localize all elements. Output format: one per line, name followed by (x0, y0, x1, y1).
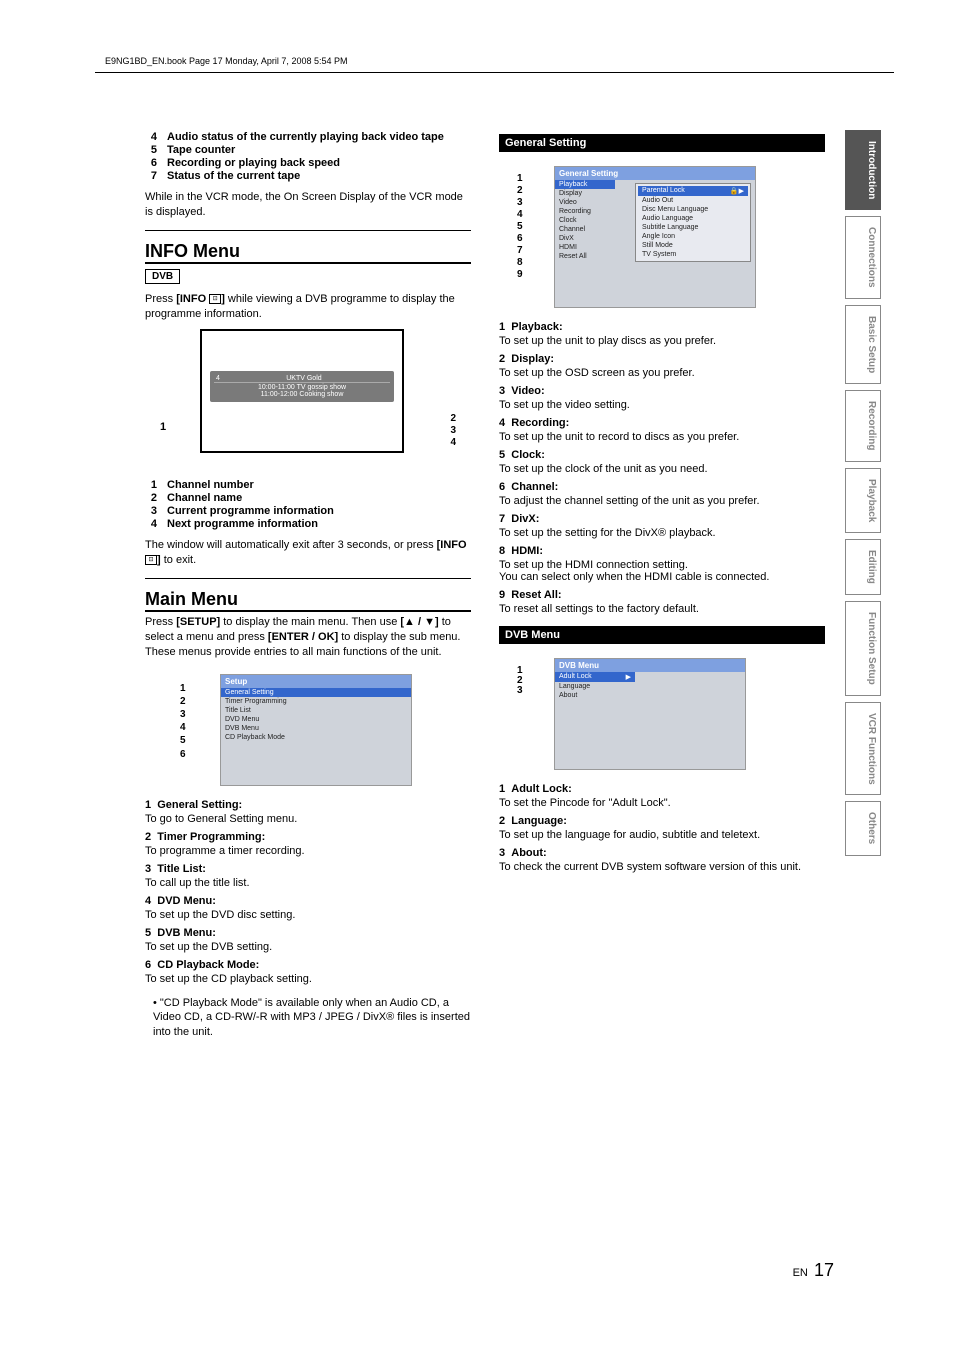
gs-defs: 1 Playback: To set up the unit to play d… (499, 321, 825, 615)
menu-item: General Setting (221, 688, 411, 697)
setup-menu-box: Setup General Setting Timer Programming … (220, 674, 412, 786)
sub-item: TV System (638, 250, 748, 259)
disc-icon: ⊡ (209, 294, 221, 304)
tab-function-setup: Function Setup (845, 601, 881, 696)
divider (145, 230, 471, 231)
dvb-callouts: 1 2 3 (517, 666, 523, 696)
sub-item: Still Mode (638, 241, 748, 250)
gs-menu-box: General Setting Playback Display Video R… (554, 166, 756, 308)
section-tabs: Introduction Connections Basic Setup Rec… (845, 130, 881, 856)
menu-item: Video (555, 198, 615, 207)
gs-callouts: 1 2 3 4 5 6 7 8 9 (517, 174, 523, 280)
dvb-badge: DVB (145, 269, 180, 284)
divider (145, 578, 471, 579)
sub-item: Disc Menu Language (638, 205, 748, 214)
menu-item: Channel (555, 225, 615, 234)
page-number: EN 17 (793, 1260, 834, 1281)
tab-connections: Connections (845, 216, 881, 299)
sub-item: Parental Lock🔒▶ (638, 186, 748, 196)
header-rule (95, 72, 894, 73)
main-menu-heading: Main Menu (145, 589, 471, 612)
tab-recording: Recording (845, 390, 881, 461)
info-figure: 1 4UKTV Gold 10:00-11:00 TV gossip show … (145, 329, 471, 469)
tab-introduction: Introduction (845, 130, 881, 210)
right-column: General Setting 1 2 3 4 5 6 7 8 9 Genera… (499, 130, 825, 1048)
manual-page: E9NG1BD_EN.book Page 17 Monday, April 7,… (0, 0, 954, 1351)
menu-item: About (555, 691, 635, 700)
tab-others: Others (845, 801, 881, 855)
menu-item: Adult Lock▶ (555, 672, 635, 682)
lock-icon: 🔒▶ (730, 187, 744, 195)
sub-item: Subtitle Language (638, 223, 748, 232)
dvb-menu-box: DVB Menu Adult Lock▶ Language About (554, 658, 746, 770)
disc-icon: ⊡ (145, 555, 157, 565)
info-menu-heading: INFO Menu (145, 241, 471, 264)
main-menu-text: Press [SETUP] to display the main menu. … (145, 615, 471, 660)
general-setting-figure: 1 2 3 4 5 6 7 8 9 General Setting Playba… (499, 160, 825, 310)
tab-vcr-functions: VCR Functions (845, 702, 881, 796)
tv-screen: 4UKTV Gold 10:00-11:00 TV gossip show 11… (200, 329, 404, 453)
menu-item: DVD Menu (221, 715, 411, 724)
dvb-menu-figure: 1 2 3 DVB Menu Adult Lock▶ Language Abou… (499, 652, 825, 772)
menu-item: Recording (555, 207, 615, 216)
content-columns: 4Audio status of the currently playing b… (145, 130, 825, 1048)
sub-item: Audio Out (638, 196, 748, 205)
tab-basic-setup: Basic Setup (845, 305, 881, 384)
menu-item: HDMI (555, 243, 615, 252)
sub-item: Angle Icon (638, 232, 748, 241)
main-menu-defs: 1 General Setting: To go to General Sett… (145, 799, 471, 985)
info-item-list: 1Channel number 2Channel name 3Current p… (145, 479, 471, 530)
menu-item: Reset All (555, 252, 615, 261)
doc-header: E9NG1BD_EN.book Page 17 Monday, April 7,… (105, 56, 347, 66)
cd-playback-note: • "CD Playback Mode" is available only w… (145, 996, 471, 1041)
setup-callouts: 1 2 3 4 5 6 (180, 684, 186, 760)
gs-sub-panel: Parental Lock🔒▶ Audio Out Disc Menu Lang… (635, 183, 751, 262)
menu-item: DVB Menu (221, 724, 411, 733)
audio-status-list: 4Audio status of the currently playing b… (145, 131, 471, 182)
tab-playback: Playback (845, 468, 881, 533)
tab-editing: Editing (845, 539, 881, 595)
menu-item: Language (555, 682, 635, 691)
info-banner: 4UKTV Gold 10:00-11:00 TV gossip show 11… (210, 371, 394, 402)
menu-item: Display (555, 189, 615, 198)
info-menu-text: Press [INFO ⊡] while viewing a DVB progr… (145, 292, 471, 322)
menu-item: CD Playback Mode (221, 733, 411, 742)
setup-figure: 1 2 3 4 5 6 Setup General Setting Timer … (145, 668, 471, 788)
vcr-note: While in the VCR mode, the On Screen Dis… (145, 190, 471, 220)
info-exit-note: The window will automatically exit after… (145, 538, 471, 568)
sub-item: Audio Language (638, 214, 748, 223)
menu-item: Playback (555, 180, 615, 189)
menu-item: Timer Programming (221, 697, 411, 706)
info-callouts-right: 2 3 4 (450, 414, 456, 448)
menu-item: Title List (221, 706, 411, 715)
dvb-menu-bar: DVB Menu (499, 626, 825, 644)
dvb-defs: 1 Adult Lock: To set the Pincode for "Ad… (499, 783, 825, 873)
callout-1: 1 (160, 421, 166, 433)
menu-item: Clock (555, 216, 615, 225)
general-setting-bar: General Setting (499, 134, 825, 152)
left-column: 4Audio status of the currently playing b… (145, 130, 471, 1048)
menu-item: DivX (555, 234, 615, 243)
